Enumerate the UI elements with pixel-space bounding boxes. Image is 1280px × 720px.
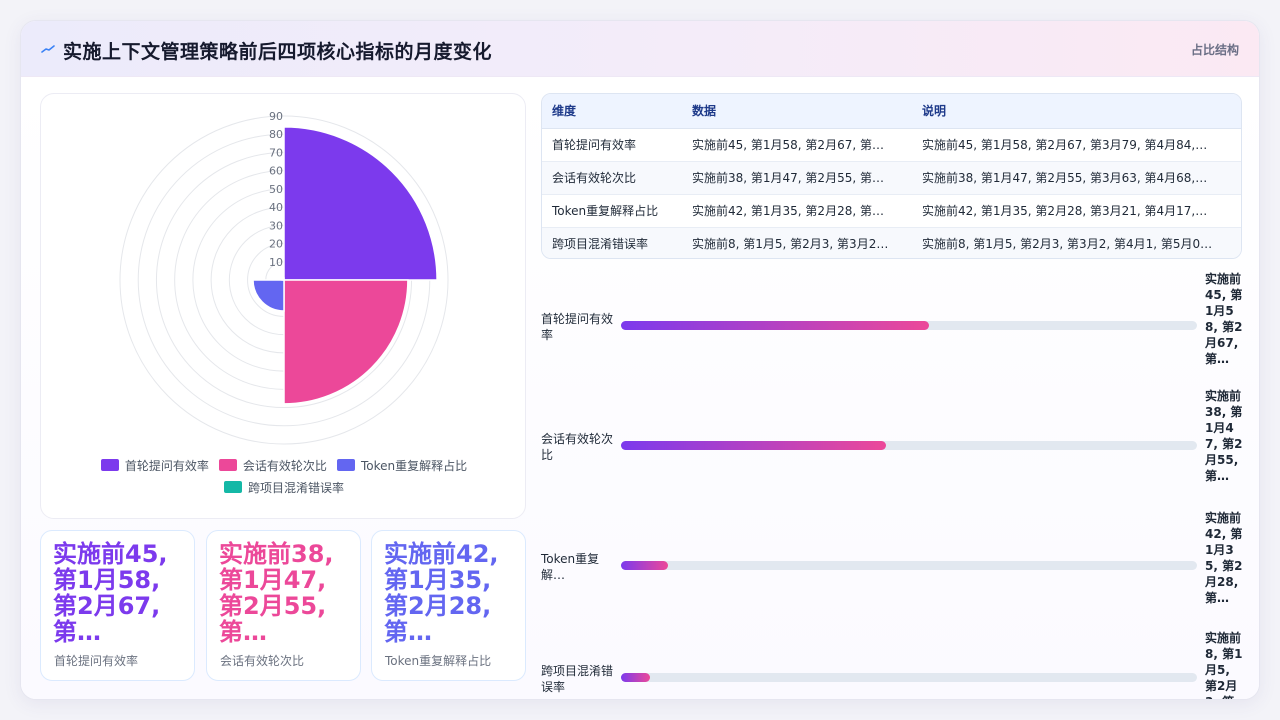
progress-row-cross-project: 跨项目混淆错误率 实施前8, 第1月5, 第2月3, 第3…: [541, 629, 1259, 699]
legend-label: 会话有效轮次比: [242, 458, 327, 473]
progress-row-token-repeat: Token重复解… 实施前42, 第1月35, 第2月28, 第…: [541, 511, 1259, 629]
legend-swatch: [100, 459, 119, 471]
bar-value: 实施前45, 第1月58, 第2月67, 第…: [1205, 272, 1243, 366]
radial-tick-label: 50: [269, 183, 283, 196]
polar-sector[interactable]: [281, 277, 285, 281]
table-row: 会话有效轮次比 实施前38, 第1月47, 第2月55, 第… 实施前38, 第…: [542, 161, 1241, 195]
trend-icon: [41, 45, 55, 53]
legend-item[interactable]: Token重复解释占比: [336, 458, 468, 473]
kpi-value: 实施前42, 第1月35, 第2月28, 第…: [384, 540, 499, 646]
legend-swatch: [336, 459, 355, 471]
bar-label: Token重复解…: [541, 552, 600, 582]
polar-sector[interactable]: [283, 279, 409, 405]
table-cell: 实施前38, 第1月47, 第2月55, 第…: [682, 161, 912, 195]
bar-label: 跨项目混淆错误率: [541, 664, 614, 694]
bar-value: 实施前42, 第1月35, 第2月28, 第…: [1205, 511, 1243, 605]
legend-label: Token重复解释占比: [360, 458, 468, 473]
legend-item[interactable]: 首轮提问有效率: [100, 458, 209, 473]
progress-row-session-turns: 会话有效轮次比 实施前38, 第1月47, 第2月55, 第…: [541, 389, 1259, 509]
bar-fill: [621, 561, 669, 570]
table-header-row: 维度 数据 说明: [542, 94, 1241, 129]
kpi-value: 实施前45, 第1月58, 第2月67, 第…: [53, 540, 168, 646]
legend-swatch: [223, 481, 242, 493]
table-row: 跨项目混淆错误率 实施前8, 第1月5, 第2月3, 第3月2… 实施前8, 第…: [542, 227, 1241, 258]
bar-value: 实施前8, 第1月5, 第2月3, 第3…: [1205, 631, 1243, 699]
bar-track: [621, 321, 1197, 330]
column-header: 维度: [542, 94, 682, 129]
polar-chart-panel: 10 20 30 40 50 60 70 80 90 首轮提问有效率 会话有效轮次比 Token重复…: [40, 93, 526, 519]
polar-sector[interactable]: [283, 126, 438, 281]
table-cell: 实施前8, 第1月5, 第2月3, 第3月2, 第4月1, 第5月0…: [912, 227, 1241, 258]
table-row: Token重复解释占比 实施前42, 第1月35, 第2月28, 第… 实施前4…: [542, 194, 1241, 228]
table-cell: 实施前38, 第1月47, 第2月55, 第3月63, 第4月68,…: [912, 161, 1241, 195]
dashboard-card: 实施上下文管理策略前后四项核心指标的月度变化 占比结构 10 20 30 40 50 60…: [20, 20, 1260, 700]
polar-area-chart: 10 20 30 40 50 60 70 80 90: [119, 110, 449, 445]
polar-sector[interactable]: [252, 279, 285, 312]
progress-row-first-turn: 首轮提问有效率 实施前45, 第1月58, 第2月67, 第…: [541, 271, 1259, 389]
header: 实施上下文管理策略前后四项核心指标的月度变化 占比结构: [21, 21, 1259, 77]
legend-item[interactable]: 会话有效轮次比: [218, 458, 327, 473]
radial-tick-label: 40: [269, 201, 283, 214]
bar-fill: [621, 321, 930, 330]
radial-tick-label: 60: [269, 165, 283, 178]
column-header: 数据: [682, 94, 912, 129]
kpi-value: 实施前38, 第1月47, 第2月55, 第…: [219, 540, 334, 646]
radial-tick-label: 90: [269, 110, 283, 123]
table-cell: 跨项目混淆错误率: [542, 227, 682, 258]
bar-fill: [621, 673, 650, 682]
table-cell: 实施前45, 第1月58, 第2月67, 第…: [682, 128, 912, 162]
bar-track: [621, 441, 1197, 450]
table-cell: 实施前45, 第1月58, 第2月67, 第3月79, 第4月84,…: [912, 128, 1241, 162]
table-cell: 实施前8, 第1月5, 第2月3, 第3月2…: [682, 227, 912, 258]
table-cell: 实施前42, 第1月35, 第2月28, 第3月21, 第4月17,…: [912, 194, 1241, 228]
chart-legend: 首轮提问有效率 会话有效轮次比 Token重复解释占比跨项目混淆错误率: [61, 458, 507, 495]
bar-label: 首轮提问有效率: [541, 312, 614, 342]
bar-fill: [621, 441, 886, 450]
table-cell: Token重复解释占比: [542, 194, 682, 228]
chart-type-tag[interactable]: 占比结构: [1191, 41, 1239, 58]
table-row: 首轮提问有效率 实施前45, 第1月58, 第2月67, 第… 实施前45, 第…: [542, 128, 1241, 162]
kpi-label: Token重复解释占比: [385, 654, 492, 668]
legend-swatch: [218, 459, 237, 471]
kpi-label: 会话有效轮次比: [220, 654, 305, 668]
data-table: 维度 数据 说明 首轮提问有效率 实施前45, 第1月58, 第2月67, 第……: [541, 93, 1242, 259]
page-title: 实施上下文管理策略前后四项核心指标的月度变化: [63, 41, 493, 63]
radial-tick-label: 10: [269, 256, 283, 269]
kpi-card-token-repeat: 实施前42, 第1月35, 第2月28, 第… Token重复解释占比: [371, 530, 526, 681]
table-cell: 实施前42, 第1月35, 第2月28, 第…: [682, 194, 912, 228]
kpi-label: 首轮提问有效率: [54, 654, 139, 668]
bar-label: 会话有效轮次比: [541, 432, 614, 462]
table-cell: 会话有效轮次比: [542, 161, 682, 195]
bar-value: 实施前38, 第1月47, 第2月55, 第…: [1205, 389, 1243, 483]
legend-label: 首轮提问有效率: [124, 458, 209, 473]
radial-tick-label: 30: [269, 219, 283, 232]
bar-track: [621, 561, 1197, 570]
radial-tick-label: 70: [269, 146, 283, 159]
column-header: 说明: [912, 94, 1241, 129]
legend-item[interactable]: 跨项目混淆错误率: [223, 480, 344, 495]
table-cell: 首轮提问有效率: [542, 128, 682, 162]
legend-label: 跨项目混淆错误率: [247, 480, 344, 495]
radial-tick-label: 20: [269, 238, 283, 251]
kpi-card-session-turns: 实施前38, 第1月47, 第2月55, 第… 会话有效轮次比: [206, 530, 361, 681]
kpi-card-first-turn: 实施前45, 第1月58, 第2月67, 第… 首轮提问有效率: [40, 530, 195, 681]
bar-track: [621, 673, 1197, 682]
radial-tick-label: 80: [269, 128, 283, 141]
